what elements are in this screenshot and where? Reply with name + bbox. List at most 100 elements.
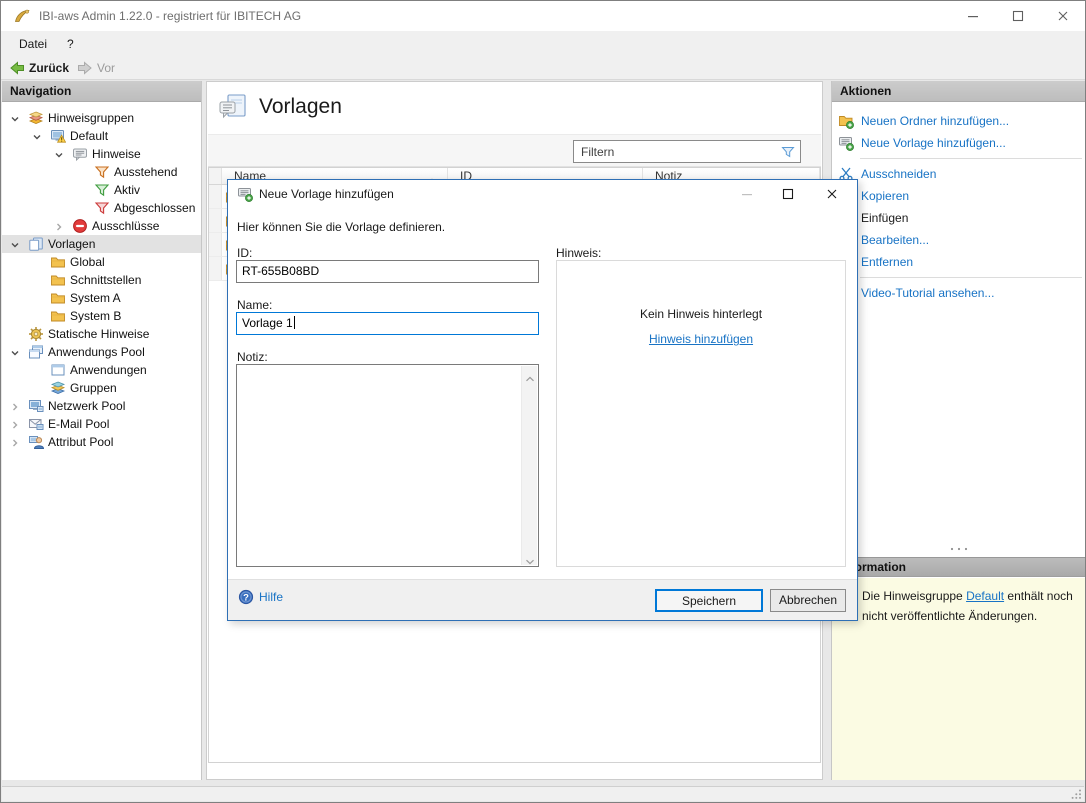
action-label: Entfernen	[861, 255, 913, 269]
tree-item-label: Gruppen	[70, 379, 117, 397]
app-window: IBI-aws Admin 1.22.0 - registriert für I…	[0, 0, 1086, 803]
information-panel: Die Hinweisgruppe Default enthält noch n…	[832, 578, 1086, 780]
back-button[interactable]: Zurück	[5, 56, 73, 79]
funnel-red-icon	[94, 200, 110, 216]
maximize-icon	[1012, 10, 1024, 22]
name-field[interactable]: Vorlage 1	[236, 312, 539, 335]
new-template-dialog: Neue Vorlage hinzufügen Hier können Sie …	[227, 179, 858, 621]
tree-item-schnittstellen[interactable]: Schnittstellen	[2, 271, 201, 289]
help-icon: ?	[238, 589, 254, 605]
note-field[interactable]	[236, 364, 539, 567]
resize-grip-icon[interactable]	[1070, 788, 1082, 800]
close-icon	[1057, 10, 1069, 22]
tree-item-system-b[interactable]: System B	[2, 307, 201, 325]
action-ausschneiden[interactable]: Ausschneiden	[832, 163, 1086, 185]
layers-blue-icon	[50, 380, 66, 396]
close-button[interactable]	[1040, 1, 1085, 31]
tree-item-ausstehend[interactable]: Ausstehend	[2, 163, 201, 181]
help-button[interactable]: ? Hilfe	[238, 589, 283, 605]
folder-plus-icon	[838, 113, 854, 129]
action-neuen-ordner-hinzufügen[interactable]: Neuen Ordner hinzufügen...	[832, 110, 1086, 132]
chevron-down-icon[interactable]	[54, 149, 64, 159]
email-icon	[28, 416, 44, 432]
template-plus-icon	[237, 186, 253, 202]
filter-box	[573, 140, 801, 163]
chevron-right-icon[interactable]	[54, 221, 64, 231]
action-kopieren[interactable]: Kopieren	[832, 185, 1086, 207]
tree-item-e-mail-pool[interactable]: E-Mail Pool	[2, 415, 201, 433]
scroll-down-icon[interactable]	[525, 554, 535, 560]
note-scrollbar[interactable]	[521, 366, 537, 565]
action-bearbeiten[interactable]: Bearbeiten...	[832, 229, 1086, 251]
back-arrow-icon	[9, 60, 25, 76]
monitor-warning-icon	[50, 128, 66, 144]
forward-button[interactable]: Vor	[73, 56, 119, 79]
dialog-maximize-button[interactable]	[773, 180, 803, 208]
nav-toolbar: Zurück Vor	[1, 56, 1085, 80]
save-button[interactable]: Speichern	[655, 589, 763, 612]
window-controls	[950, 1, 1085, 31]
status-bar	[2, 786, 1084, 801]
chevron-right-icon[interactable]	[10, 419, 20, 429]
actions-list: Neuen Ordner hinzufügen...Neue Vorlage h…	[832, 102, 1086, 304]
filter-funnel-icon[interactable]	[780, 144, 796, 160]
splitter-grip[interactable]	[832, 541, 1086, 547]
action-einfügen: Einfügen	[832, 207, 1086, 229]
tree-item-anwendungen[interactable]: Anwendungen	[2, 361, 201, 379]
tree-item-hinweise[interactable]: Hinweise	[2, 145, 201, 163]
menu-help[interactable]: ?	[57, 31, 84, 56]
dialog-close-button[interactable]	[817, 180, 847, 208]
tree-item-anwendungs-pool[interactable]: Anwendungs Pool	[2, 343, 201, 361]
chevron-right-icon[interactable]	[10, 401, 20, 411]
actions-separator	[860, 277, 1082, 278]
forward-label: Vor	[97, 61, 115, 75]
action-entfernen[interactable]: Entfernen	[832, 251, 1086, 273]
tree-item-label: Attribut Pool	[48, 433, 113, 451]
hinweis-add-link[interactable]: Hinweis hinzufügen	[557, 332, 845, 346]
tree-item-system-a[interactable]: System A	[2, 289, 201, 307]
funnel-green-icon	[94, 182, 110, 198]
tree-item-label: Ausschlüsse	[92, 217, 159, 235]
tree-item-vorlagen[interactable]: Vorlagen	[2, 235, 201, 253]
cancel-button[interactable]: Abbrechen	[770, 589, 846, 612]
tree-item-global[interactable]: Global	[2, 253, 201, 271]
chevron-down-icon[interactable]	[10, 347, 20, 357]
chevron-down-icon[interactable]	[10, 239, 20, 249]
default-group-link[interactable]: Default	[966, 589, 1004, 603]
action-label: Video-Tutorial ansehen...	[861, 286, 994, 300]
filter-input[interactable]	[574, 141, 772, 162]
id-field[interactable]: RT-655B08BD	[236, 260, 539, 283]
tree-item-attribut-pool[interactable]: Attribut Pool	[2, 433, 201, 451]
actions-separator	[860, 158, 1082, 159]
close-icon	[826, 188, 838, 200]
chevron-down-icon[interactable]	[10, 113, 20, 123]
scroll-up-icon[interactable]	[525, 371, 535, 377]
actions-panel: Aktionen Neuen Ordner hinzufügen...Neue …	[831, 81, 1086, 780]
folder-icon	[50, 290, 66, 306]
row-selector-cell	[209, 257, 222, 280]
row-selector-cell	[209, 233, 222, 256]
tree-item-abgeschlossen[interactable]: Abgeschlossen	[2, 199, 201, 217]
maximize-icon	[782, 188, 794, 200]
tree-item-statische-hinweise[interactable]: Statische Hinweise	[2, 325, 201, 343]
tree-item-aktiv[interactable]: Aktiv	[2, 181, 201, 199]
chevron-down-icon[interactable]	[32, 131, 42, 141]
menu-datei[interactable]: Datei	[9, 31, 57, 56]
navigation-header: Navigation	[2, 81, 201, 102]
action-video-tutorial-ansehen[interactable]: Video-Tutorial ansehen...	[832, 282, 1086, 304]
tree-item-ausschlüsse[interactable]: Ausschlüsse	[2, 217, 201, 235]
minimize-button[interactable]	[950, 1, 995, 31]
action-neue-vorlage-hinzufügen[interactable]: Neue Vorlage hinzufügen...	[832, 132, 1086, 154]
tree-item-hinweisgruppen[interactable]: Hinweisgruppen	[2, 109, 201, 127]
id-label: ID:	[237, 246, 252, 260]
tree-item-label: Hinweisgruppen	[48, 109, 134, 127]
name-label: Name:	[237, 298, 272, 312]
folder-icon	[50, 272, 66, 288]
info-text-before: Die Hinweisgruppe	[862, 589, 966, 603]
maximize-button[interactable]	[995, 1, 1040, 31]
tree-item-default[interactable]: Default	[2, 127, 201, 145]
chevron-right-icon[interactable]	[10, 437, 20, 447]
action-label: Kopieren	[861, 189, 909, 203]
tree-item-netzwerk-pool[interactable]: Netzwerk Pool	[2, 397, 201, 415]
tree-item-gruppen[interactable]: Gruppen	[2, 379, 201, 397]
